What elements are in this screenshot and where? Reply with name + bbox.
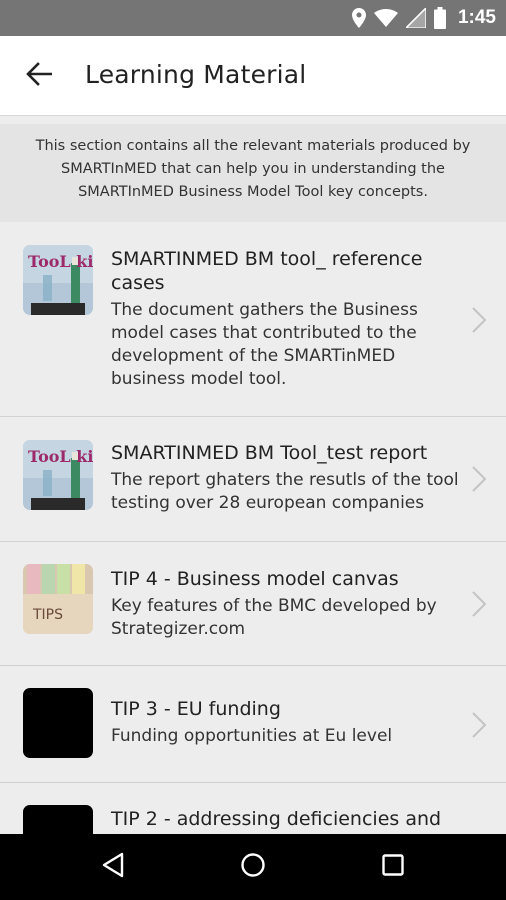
nav-recents-button[interactable]: [373, 847, 413, 887]
item-text: SMARTINMED BM tool_ reference cases The …: [111, 247, 465, 391]
chevron-right-icon: [471, 711, 487, 739]
thumbnail-text: TooL kit: [28, 447, 93, 466]
item-description: The report ghaters the resutls of the to…: [111, 470, 459, 513]
item-title: TIP 4 - Business model canvas: [111, 568, 399, 590]
nav-back-button[interactable]: [93, 847, 133, 887]
item-title: SMARTINMED BM tool_ reference cases: [111, 248, 423, 294]
thumbnail-text: TIPS: [32, 607, 63, 623]
chevron-right-icon: [471, 306, 487, 334]
list-item[interactable]: TIPS TIP 4 - Business model canvas Key f…: [0, 542, 506, 666]
recents-square-icon: [381, 853, 405, 881]
back-button[interactable]: [14, 56, 64, 96]
app-bar: Learning Material: [0, 36, 506, 116]
black-thumbnail: [23, 688, 93, 758]
nav-home-button[interactable]: [233, 847, 273, 887]
chevron-right-icon: [471, 465, 487, 493]
intro-text: This section contains all the relevant m…: [0, 124, 506, 222]
back-triangle-icon: [101, 852, 125, 882]
item-text: TIP 3 - EU funding Funding opportunities…: [111, 697, 465, 748]
wifi-icon: [373, 9, 398, 27]
status-icons: 1:45: [351, 0, 496, 36]
battery-icon: [433, 7, 446, 29]
item-text: SMARTINMED BM Tool_test report The repor…: [111, 441, 465, 515]
navigation-bar: [0, 834, 506, 900]
item-description: Funding opportunities at Eu level: [111, 726, 393, 746]
tips-thumbnail: TIPS: [23, 564, 93, 634]
arrow-left-icon: [26, 62, 53, 90]
item-title: TIP 3 - EU funding: [111, 698, 281, 720]
item-text: TIP 4 - Business model canvas Key featur…: [111, 567, 465, 641]
item-text: TIP 2 - addressing deficiencies and: [111, 807, 465, 831]
item-title: SMARTINMED BM Tool_test report: [111, 442, 428, 464]
location-icon: [351, 8, 366, 28]
home-circle-icon: [240, 852, 266, 882]
item-title: TIP 2 - addressing deficiencies and: [111, 808, 442, 830]
list-item[interactable]: TooL kit SMARTINMED BM Tool_test report …: [0, 417, 506, 542]
chevron-right-icon: [471, 590, 487, 618]
black-thumbnail: [23, 805, 93, 834]
toolkit-thumbnail: TooL kit: [23, 245, 93, 315]
item-description: Key features of the BMC developed by Str…: [111, 596, 437, 639]
page-title: Learning Material: [85, 60, 307, 89]
signal-icon: [405, 8, 426, 28]
toolkit-thumbnail: TooL kit: [23, 440, 93, 510]
status-time: 1:45: [457, 7, 496, 28]
status-bar: 1:45: [0, 0, 506, 36]
list-item[interactable]: TIP 2 - addressing deficiencies and: [0, 783, 506, 834]
thumbnail-text: TooL kit: [28, 252, 93, 271]
list-item[interactable]: TIP 3 - EU funding Funding opportunities…: [0, 666, 506, 783]
item-description: The document gathers the Business model …: [111, 300, 418, 389]
list-item[interactable]: TooL kit SMARTINMED BM tool_ reference c…: [0, 222, 506, 417]
material-list: TooL kit SMARTINMED BM tool_ reference c…: [0, 222, 506, 834]
